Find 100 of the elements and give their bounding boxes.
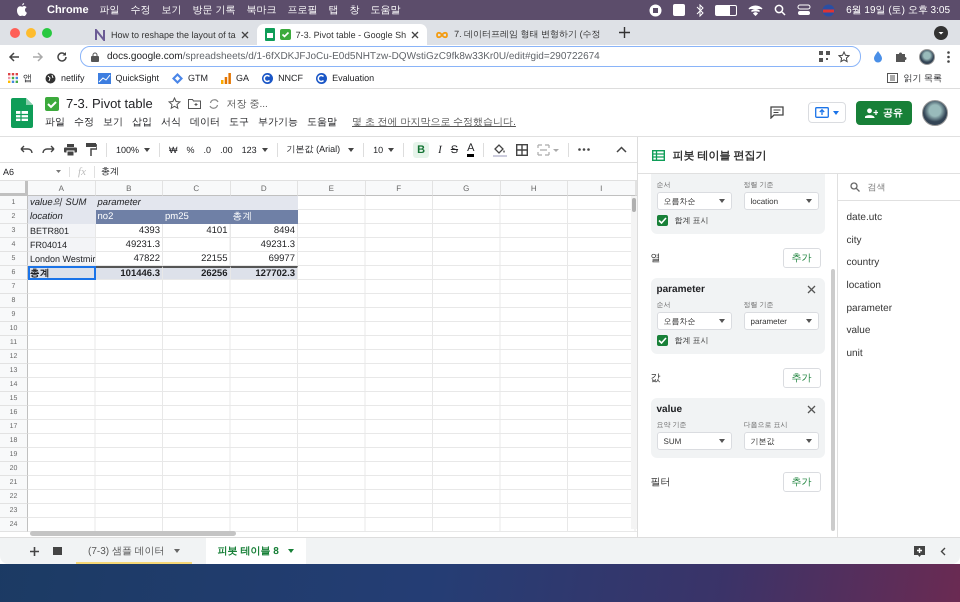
menu-item[interactable]: 서식 — [161, 115, 181, 129]
column-header[interactable]: G — [433, 181, 500, 196]
browser-tab[interactable]: How to reshape the layout of ta — [86, 24, 257, 45]
search-field[interactable]: 검색 — [868, 182, 960, 192]
bold-button[interactable]: B — [413, 142, 430, 158]
text-color-button[interactable]: A — [467, 142, 474, 156]
table-cell: 49231.3 — [96, 238, 163, 252]
table-cell: FR04014 — [28, 238, 96, 252]
table-cell: 4393 — [96, 224, 163, 238]
checkbox-label: 합계 표시 — [674, 335, 709, 346]
section-title: 값 — [650, 372, 660, 385]
menu-item[interactable]: 수정 — [74, 115, 94, 129]
dropdown[interactable]: 기본값 — [744, 432, 818, 450]
dropdown[interactable]: 오름차순 — [656, 312, 732, 330]
browser-tab[interactable]: 7. 데이터프레임 형태 변형하기 (수정 — [427, 24, 609, 45]
name-box[interactable]: A6 — [0, 166, 70, 176]
field-list-item[interactable]: parameter — [838, 296, 960, 320]
dropdown[interactable]: 오름차순 — [656, 192, 732, 210]
bookmark-link[interactable]: QuickSight — [116, 73, 160, 83]
strikethrough-button[interactable]: S — [450, 144, 458, 156]
panel-title: 피봇 테이블 편집기 — [672, 148, 767, 162]
app-menu[interactable]: Chrome — [47, 4, 89, 16]
menu-item[interactable]: 보기 — [103, 115, 123, 129]
table-cell: 101446.3 — [96, 266, 163, 280]
checkbox-label: 합계 표시 — [674, 215, 709, 226]
table-cell: 총계 — [230, 210, 298, 224]
menu-item[interactable]: 수정 — [130, 3, 151, 17]
bookmark-link[interactable]: GTM — [188, 73, 208, 83]
column-header[interactable]: B — [96, 181, 163, 196]
number-format-dropdown[interactable]: 123 — [242, 144, 268, 154]
menu-item[interactable]: 방문 기록 — [192, 3, 236, 17]
menu-item[interactable]: 도구 — [229, 115, 249, 129]
currency-format-button[interactable]: ₩ — [169, 144, 178, 154]
add-button[interactable]: 추가 — [782, 248, 820, 268]
dropdown[interactable]: SUM — [656, 432, 732, 450]
bookmark-link[interactable]: NNCF — [278, 73, 304, 83]
menu-item[interactable]: 탭 — [328, 3, 338, 17]
column-header[interactable]: E — [298, 181, 366, 196]
dropdown[interactable]: location — [744, 192, 818, 210]
field-list-item[interactable]: location — [838, 274, 960, 297]
table-cell: 총계 — [28, 266, 96, 280]
sheet-tab[interactable]: 피봇 테이블 8 — [206, 538, 306, 564]
last-edit-link[interactable]: 몇 초 전에 마지막으로 수정했습니다. — [352, 115, 516, 129]
table-cell: location — [28, 210, 96, 224]
document-title[interactable]: 7-3. Pivot table — [66, 96, 153, 111]
table-cell: 127702.3 — [230, 266, 298, 280]
table-cell: pm25 — [163, 210, 230, 224]
field-name: parameter — [656, 284, 705, 295]
dropdown[interactable]: parameter — [744, 312, 818, 330]
decrease-decimal-button[interactable]: .0 — [204, 144, 212, 154]
column-header[interactable]: A — [28, 181, 96, 196]
section-title: 열 — [650, 252, 660, 265]
sheet-tab[interactable]: (7-3) 샘플 데이터 — [76, 538, 192, 564]
column-header[interactable]: C — [163, 181, 230, 196]
zoom-dropdown[interactable]: 100% — [116, 144, 150, 154]
bookmark-link[interactable]: Evaluation — [332, 73, 374, 83]
field-list-item[interactable]: unit — [838, 342, 960, 365]
bookmark-link[interactable]: GA — [236, 73, 250, 83]
table-cell: parameter — [96, 196, 163, 210]
add-button[interactable]: 추가 — [782, 472, 820, 492]
menu-item[interactable]: 부가기능 — [258, 115, 298, 129]
reading-list-link[interactable]: 읽기 목록 — [903, 72, 942, 84]
menu-item[interactable]: 삽입 — [132, 115, 152, 129]
column-header[interactable]: D — [230, 181, 298, 196]
menu-item[interactable]: 보기 — [162, 3, 182, 17]
save-status: 저장 중... — [226, 98, 268, 110]
menu-item[interactable]: 북마크 — [246, 3, 276, 17]
menu-item[interactable]: 창 — [349, 3, 360, 17]
menu-item[interactable]: 도움말 — [307, 115, 337, 129]
column-header[interactable]: I — [568, 181, 636, 196]
field-list-item[interactable]: city — [838, 228, 960, 252]
menu-item[interactable]: 파일 — [100, 3, 120, 17]
table-cell: no2 — [96, 210, 163, 224]
bookmark-link[interactable]: netlify — [61, 73, 85, 83]
table-cell: 49231.3 — [230, 238, 298, 252]
field-list-item[interactable]: date.utc — [838, 206, 960, 229]
share-button[interactable]: 공유 — [856, 100, 912, 124]
formula-field[interactable]: 총계 — [101, 165, 119, 178]
menu-item[interactable]: 도움말 — [370, 3, 400, 17]
table-cell: value의 SUM — [28, 196, 96, 210]
column-header[interactable]: H — [500, 181, 568, 196]
percent-format-button[interactable]: % — [186, 144, 195, 154]
clock[interactable]: 6월 19일 (토) 오후 3:05 — [846, 3, 950, 17]
table-cell: BETR801 — [28, 224, 96, 238]
menu-item[interactable]: 프로필 — [287, 3, 318, 17]
italic-button[interactable]: I — [438, 144, 442, 156]
bookmark-link[interactable]: 앱 — [23, 72, 32, 84]
browser-tab[interactable]: 7-3. Pivot table - Google Sh — [256, 24, 428, 45]
increase-decimal-button[interactable]: .00 — [220, 144, 233, 154]
table-cell: 26256 — [163, 266, 230, 280]
menu-item[interactable]: 파일 — [45, 115, 65, 129]
font-size-dropdown[interactable]: 10 — [373, 144, 394, 154]
field-list-item[interactable]: value — [838, 319, 960, 342]
font-dropdown[interactable]: 기본값 (Arial) — [286, 143, 354, 156]
add-button[interactable]: 추가 — [782, 368, 820, 388]
field-name: value — [656, 404, 682, 415]
menu-item[interactable]: 데이터 — [190, 115, 220, 129]
column-header[interactable]: F — [366, 181, 433, 196]
field-list-item[interactable]: country — [838, 251, 960, 274]
address-bar[interactable]: docs.google.com/spreadsheets/d/1-6fXDKJFJoCu-E0d5NHTzw-DQWstiGzC9fk8w33Kr0U/edit#gid=290722674 — [80, 46, 861, 67]
